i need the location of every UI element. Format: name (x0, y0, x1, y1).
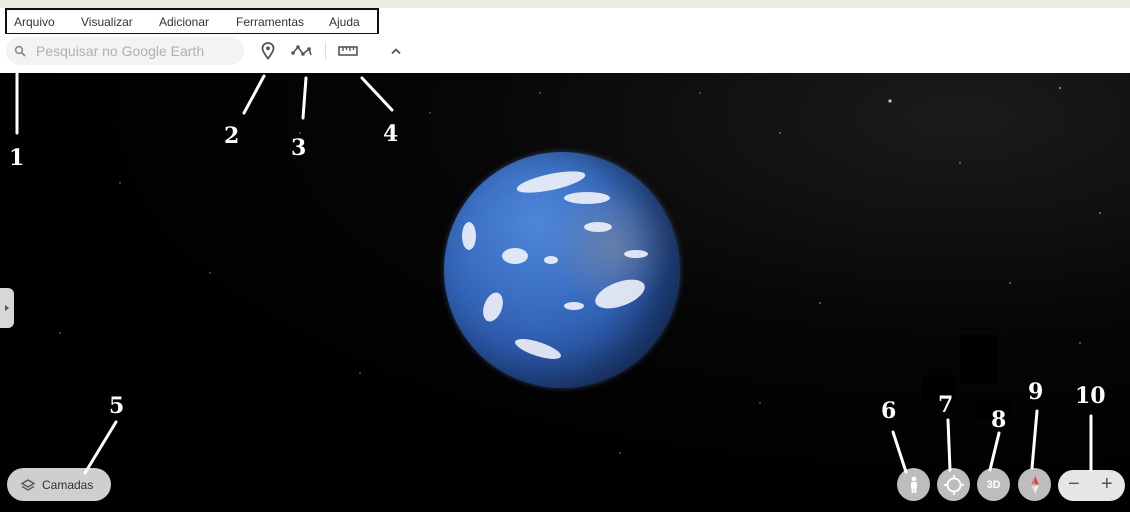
annotation-label-5: 5 (109, 393, 125, 419)
annotation-arrows (15, 68, 1093, 475)
annotation-label-7: 7 (938, 392, 954, 418)
annotation-label-8: 8 (991, 407, 1007, 433)
annotation-label-3: 3 (291, 135, 307, 161)
annotation-label-2: 2 (224, 123, 240, 149)
annotation-label-10: 10 (1075, 383, 1106, 409)
annotation-label-9: 9 (1028, 379, 1044, 405)
annotation-label-4: 4 (383, 121, 399, 147)
annotation-label-6: 6 (881, 398, 897, 424)
annotation-label-1: 1 (9, 145, 25, 171)
google-earth-window: Arquivo Visualizar Adicionar Ferramentas… (0, 0, 1130, 512)
